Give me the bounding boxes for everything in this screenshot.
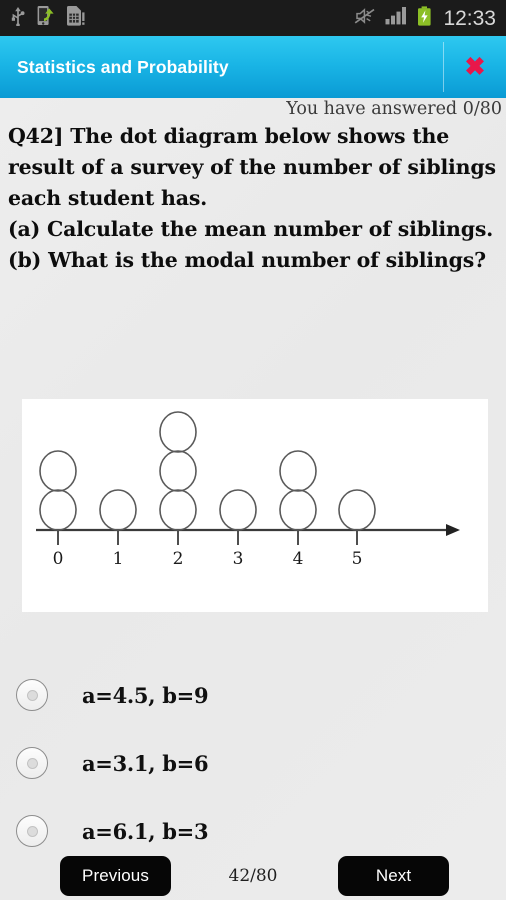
answer-option-label: a=4.5, b=9 <box>82 682 209 708</box>
close-icon: ✖ <box>464 52 486 81</box>
answer-option-label: a=3.1, b=6 <box>82 750 209 776</box>
answer-options-list: a=4.5, b=9 a=3.1, b=6 a=6.1, b=3 <box>0 661 506 865</box>
radio-inner-dot <box>26 689 38 701</box>
svg-text:1: 1 <box>113 549 124 569</box>
close-button[interactable]: ✖ <box>444 36 506 98</box>
dot-stacks <box>39 411 376 531</box>
radio-button-icon[interactable] <box>16 815 48 847</box>
svg-text:0: 0 <box>53 549 64 569</box>
radio-button-icon[interactable] <box>16 747 48 779</box>
answer-option-0[interactable]: a=4.5, b=9 <box>0 661 506 729</box>
axis-arrow-icon <box>446 524 460 536</box>
page-title: Statistics and Probability <box>17 56 229 77</box>
svg-text:5: 5 <box>352 549 363 569</box>
sim-card-alert-icon <box>66 5 85 31</box>
status-bar-clock: 12:33 <box>443 6 496 30</box>
android-status-bar: 12:33 <box>0 0 506 36</box>
usb-icon <box>10 6 26 31</box>
answered-counter: You have answered 0/80 <box>286 99 502 119</box>
answer-option-1[interactable]: a=3.1, b=6 <box>0 729 506 797</box>
quiz-content: You have answered 0/80 Q42] The dot diag… <box>0 98 506 900</box>
status-bar-left-icons <box>10 5 85 31</box>
mute-icon <box>354 7 376 30</box>
svg-text:3: 3 <box>233 549 244 569</box>
phone-transfer-icon <box>37 5 55 31</box>
axis-tick-labels: 0 1 2 3 4 5 <box>53 549 363 569</box>
dot-plot-svg: 0 1 2 3 4 5 <box>36 411 460 569</box>
radio-button-icon[interactable] <box>16 679 48 711</box>
battery-charging-icon <box>417 5 432 31</box>
dot-plot-figure: 0 1 2 3 4 5 <box>22 399 488 612</box>
radio-inner-dot <box>26 825 38 837</box>
radio-inner-dot <box>26 757 38 769</box>
app-title-bar: Statistics and Probability ✖ <box>0 36 506 98</box>
next-button[interactable]: Next <box>338 856 449 896</box>
axis-ticks <box>57 530 358 545</box>
bottom-navigation-bar: Previous 42/80 Next <box>0 852 506 900</box>
status-bar-right-icons: 12:33 <box>354 5 496 31</box>
signal-bars-icon <box>385 6 408 30</box>
svg-text:2: 2 <box>173 549 184 569</box>
svg-text:4: 4 <box>293 549 304 569</box>
answer-option-label: a=6.1, b=3 <box>82 818 209 844</box>
question-text: Q42] The dot diagram below shows the res… <box>8 124 496 272</box>
